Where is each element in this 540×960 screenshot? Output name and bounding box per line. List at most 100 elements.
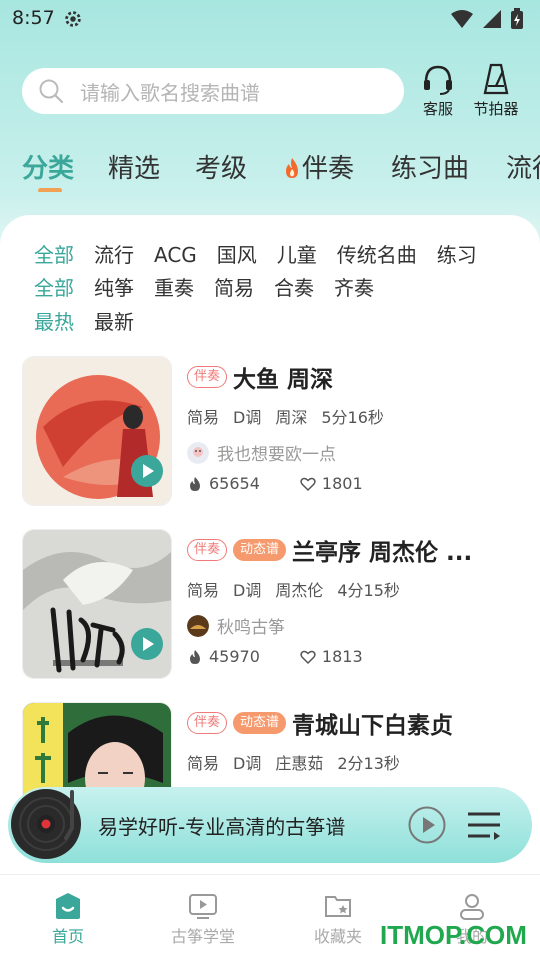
filter-row-sort: 最热 最新 — [34, 306, 540, 334]
song-stats: 65654 1801 — [187, 474, 403, 493]
metronome-label: 节拍器 — [473, 100, 519, 118]
filter-form-solo[interactable]: 纯筝 — [94, 272, 134, 300]
status-indicators — [450, 8, 524, 30]
profile-icon — [460, 894, 484, 920]
settings-gear-icon — [65, 11, 81, 27]
song-level: 简易 — [187, 754, 220, 773]
play-icon — [143, 637, 154, 651]
heart-icon — [300, 477, 316, 491]
play-button[interactable] — [131, 455, 163, 487]
search-placeholder: 请输入歌名搜索曲谱 — [80, 80, 260, 105]
status-bar: 8:57 — [0, 0, 540, 38]
video-lesson-icon — [189, 894, 217, 919]
badge-accompaniment: 伴奏 — [187, 539, 228, 561]
signal-icon — [483, 10, 501, 28]
like-stat[interactable]: 1801 — [300, 474, 363, 493]
player-play-button[interactable] — [408, 806, 446, 844]
like-count: 1813 — [321, 647, 363, 666]
filter-row-genre: 全部 流行 ACG 国风 儿童 传统名曲 练习 — [34, 239, 540, 267]
filter-sort-new[interactable]: 最新 — [94, 306, 134, 334]
song-title-row: 伴奏 大鱼 周深 — [187, 360, 333, 394]
search-icon — [39, 79, 64, 104]
tab-accompaniment[interactable]: 伴奏 — [282, 148, 354, 185]
nav-classroom-label: 古筝学堂 — [170, 927, 235, 946]
heat-stat: 65654 — [187, 474, 260, 493]
flame-icon — [190, 649, 200, 664]
nav-home-label: 首页 — [51, 927, 84, 946]
uploader[interactable]: 我也想要欧一点 — [187, 440, 336, 465]
metronome-button[interactable]: 节拍器 — [466, 62, 526, 119]
badge-dynamic-score: 动态谱 — [233, 712, 287, 734]
fire-icon — [286, 158, 298, 178]
tab-grading[interactable]: 考级 — [195, 148, 247, 185]
nav-classroom[interactable]: 古筝学堂 — [153, 891, 253, 947]
play-icon — [143, 464, 154, 478]
badge-accompaniment: 伴奏 — [187, 366, 228, 388]
heat-stat: 45970 — [187, 647, 260, 666]
tab-etude[interactable]: 练习曲 — [391, 148, 469, 185]
tab-featured[interactable]: 精选 — [108, 148, 160, 185]
filter-genre-acg[interactable]: ACG — [154, 243, 197, 267]
song-title-row: 伴奏 动态谱 兰亭序 周杰伦 ... — [187, 533, 472, 567]
uploader-avatar — [187, 614, 209, 637]
status-time: 8:57 — [12, 7, 55, 29]
nav-home[interactable]: 首页 — [18, 891, 118, 947]
wifi-icon — [451, 10, 473, 28]
filter-form-unison[interactable]: 齐奏 — [334, 272, 374, 300]
filter-genre-pop[interactable]: 流行 — [94, 239, 134, 267]
song-level: 简易 — [187, 581, 220, 600]
song-duration: 5分16秒 — [321, 408, 384, 427]
filter-form-all[interactable]: 全部 — [34, 272, 74, 300]
battery-icon — [511, 8, 523, 29]
heat-count: 65654 — [209, 474, 260, 493]
song-cover[interactable] — [22, 356, 172, 506]
nav-favorites[interactable]: 收藏夹 — [288, 891, 388, 947]
favorites-folder-icon — [325, 896, 351, 917]
flame-icon — [190, 476, 200, 491]
like-stat[interactable]: 1813 — [300, 647, 363, 666]
heart-icon — [300, 650, 316, 664]
song-title: 青城山下白素贞 — [292, 713, 454, 739]
song-key: D调 — [233, 754, 262, 773]
filter-form-duet[interactable]: 重奏 — [154, 272, 194, 300]
home-icon — [56, 893, 80, 919]
uploader-avatar — [187, 441, 209, 464]
like-count: 1801 — [321, 474, 363, 493]
vinyl-record-icon[interactable] — [10, 788, 82, 860]
song-duration: 2分13秒 — [337, 754, 400, 773]
tab-pop[interactable]: 流行 — [506, 148, 540, 185]
song-title-row: 伴奏 动态谱 青城山下白素贞 — [187, 706, 453, 740]
filter-genre-children[interactable]: 儿童 — [277, 239, 317, 267]
song-key: D调 — [233, 408, 262, 427]
search-input[interactable]: 请输入歌名搜索曲谱 — [22, 68, 404, 114]
song-item[interactable]: 伴奏 大鱼 周深 简易 D调 周深 5分16秒 我也想要欧一点 65654 1801 — [22, 356, 540, 508]
filter-genre-all[interactable]: 全部 — [34, 239, 74, 267]
filter-genre-traditional[interactable]: 传统名曲 — [337, 239, 417, 267]
active-tab-indicator — [38, 188, 62, 192]
play-button[interactable] — [131, 628, 163, 660]
song-stats: 45970 1813 — [187, 647, 403, 666]
tab-category[interactable]: 分类 — [22, 148, 74, 185]
main-tab-bar: 分类 精选 考级 伴奏 练习曲 流行 — [22, 148, 540, 192]
filter-form-ensemble[interactable]: 合奏 — [274, 272, 314, 300]
song-level: 简易 — [187, 408, 220, 427]
song-artist: 周杰伦 — [275, 581, 324, 600]
playlist-icon[interactable] — [466, 808, 502, 842]
filter-genre-practice[interactable]: 练习 — [437, 239, 477, 267]
uploader-name: 秋鸣古筝 — [217, 618, 285, 638]
metronome-icon — [483, 63, 509, 95]
song-cover[interactable] — [22, 529, 172, 679]
song-artist: 周深 — [275, 408, 308, 427]
song-meta: 简易 D调 庄惠茹 2分13秒 — [187, 750, 414, 774]
uploader[interactable]: 秋鸣古筝 — [187, 613, 285, 638]
filter-genre-national[interactable]: 国风 — [217, 239, 257, 267]
song-title: 兰亭序 周杰伦 ... — [292, 540, 473, 566]
headset-icon — [424, 65, 452, 95]
uploader-name: 我也想要欧一点 — [217, 445, 336, 465]
customer-service-button[interactable]: 客服 — [408, 62, 468, 119]
filter-form-easy[interactable]: 简易 — [214, 272, 254, 300]
badge-dynamic-score: 动态谱 — [233, 539, 287, 561]
song-item[interactable]: 伴奏 动态谱 兰亭序 周杰伦 ... 简易 D调 周杰伦 4分15秒 秋鸣古筝 459… — [22, 529, 540, 681]
filter-sort-hot[interactable]: 最热 — [34, 306, 74, 334]
song-meta: 简易 D调 周杰伦 4分15秒 — [187, 577, 414, 601]
